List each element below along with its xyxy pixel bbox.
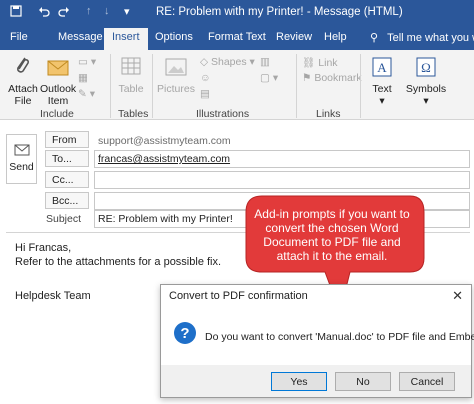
dialog-message: Do you want to convert 'Manual.doc' to P… (205, 331, 474, 343)
convert-dialog: Convert to PDF confirmation ✕ ? Do you w… (160, 284, 474, 398)
question-icon: ? (174, 322, 196, 344)
dialog-title: Convert to PDF confirmation (169, 290, 308, 302)
outlook-message-window: ↑ ↓ ▾ RE: Problem with my Printer! - Mes… (0, 0, 474, 404)
dialog-footer: Yes No Cancel (161, 365, 471, 397)
callout-line-1: Add-in prompts if you want to (254, 207, 410, 221)
callout-line-3: Document to PDF file and (263, 235, 401, 249)
yes-button[interactable]: Yes (271, 372, 327, 391)
dialog-titlebar: Convert to PDF confirmation (161, 285, 471, 307)
svg-text:?: ? (180, 325, 189, 342)
callout-line-4: attach it to the email. (276, 249, 388, 263)
dialog-body: ? Do you want to convert 'Manual.doc' to… (161, 307, 474, 367)
close-icon[interactable]: ✕ (452, 288, 463, 304)
cancel-button[interactable]: Cancel (399, 372, 455, 391)
callout-text: Add-in prompts if you want to convert th… (252, 207, 412, 263)
no-button[interactable]: No (335, 372, 391, 391)
callout-line-2: convert the chosen Word (265, 221, 399, 235)
